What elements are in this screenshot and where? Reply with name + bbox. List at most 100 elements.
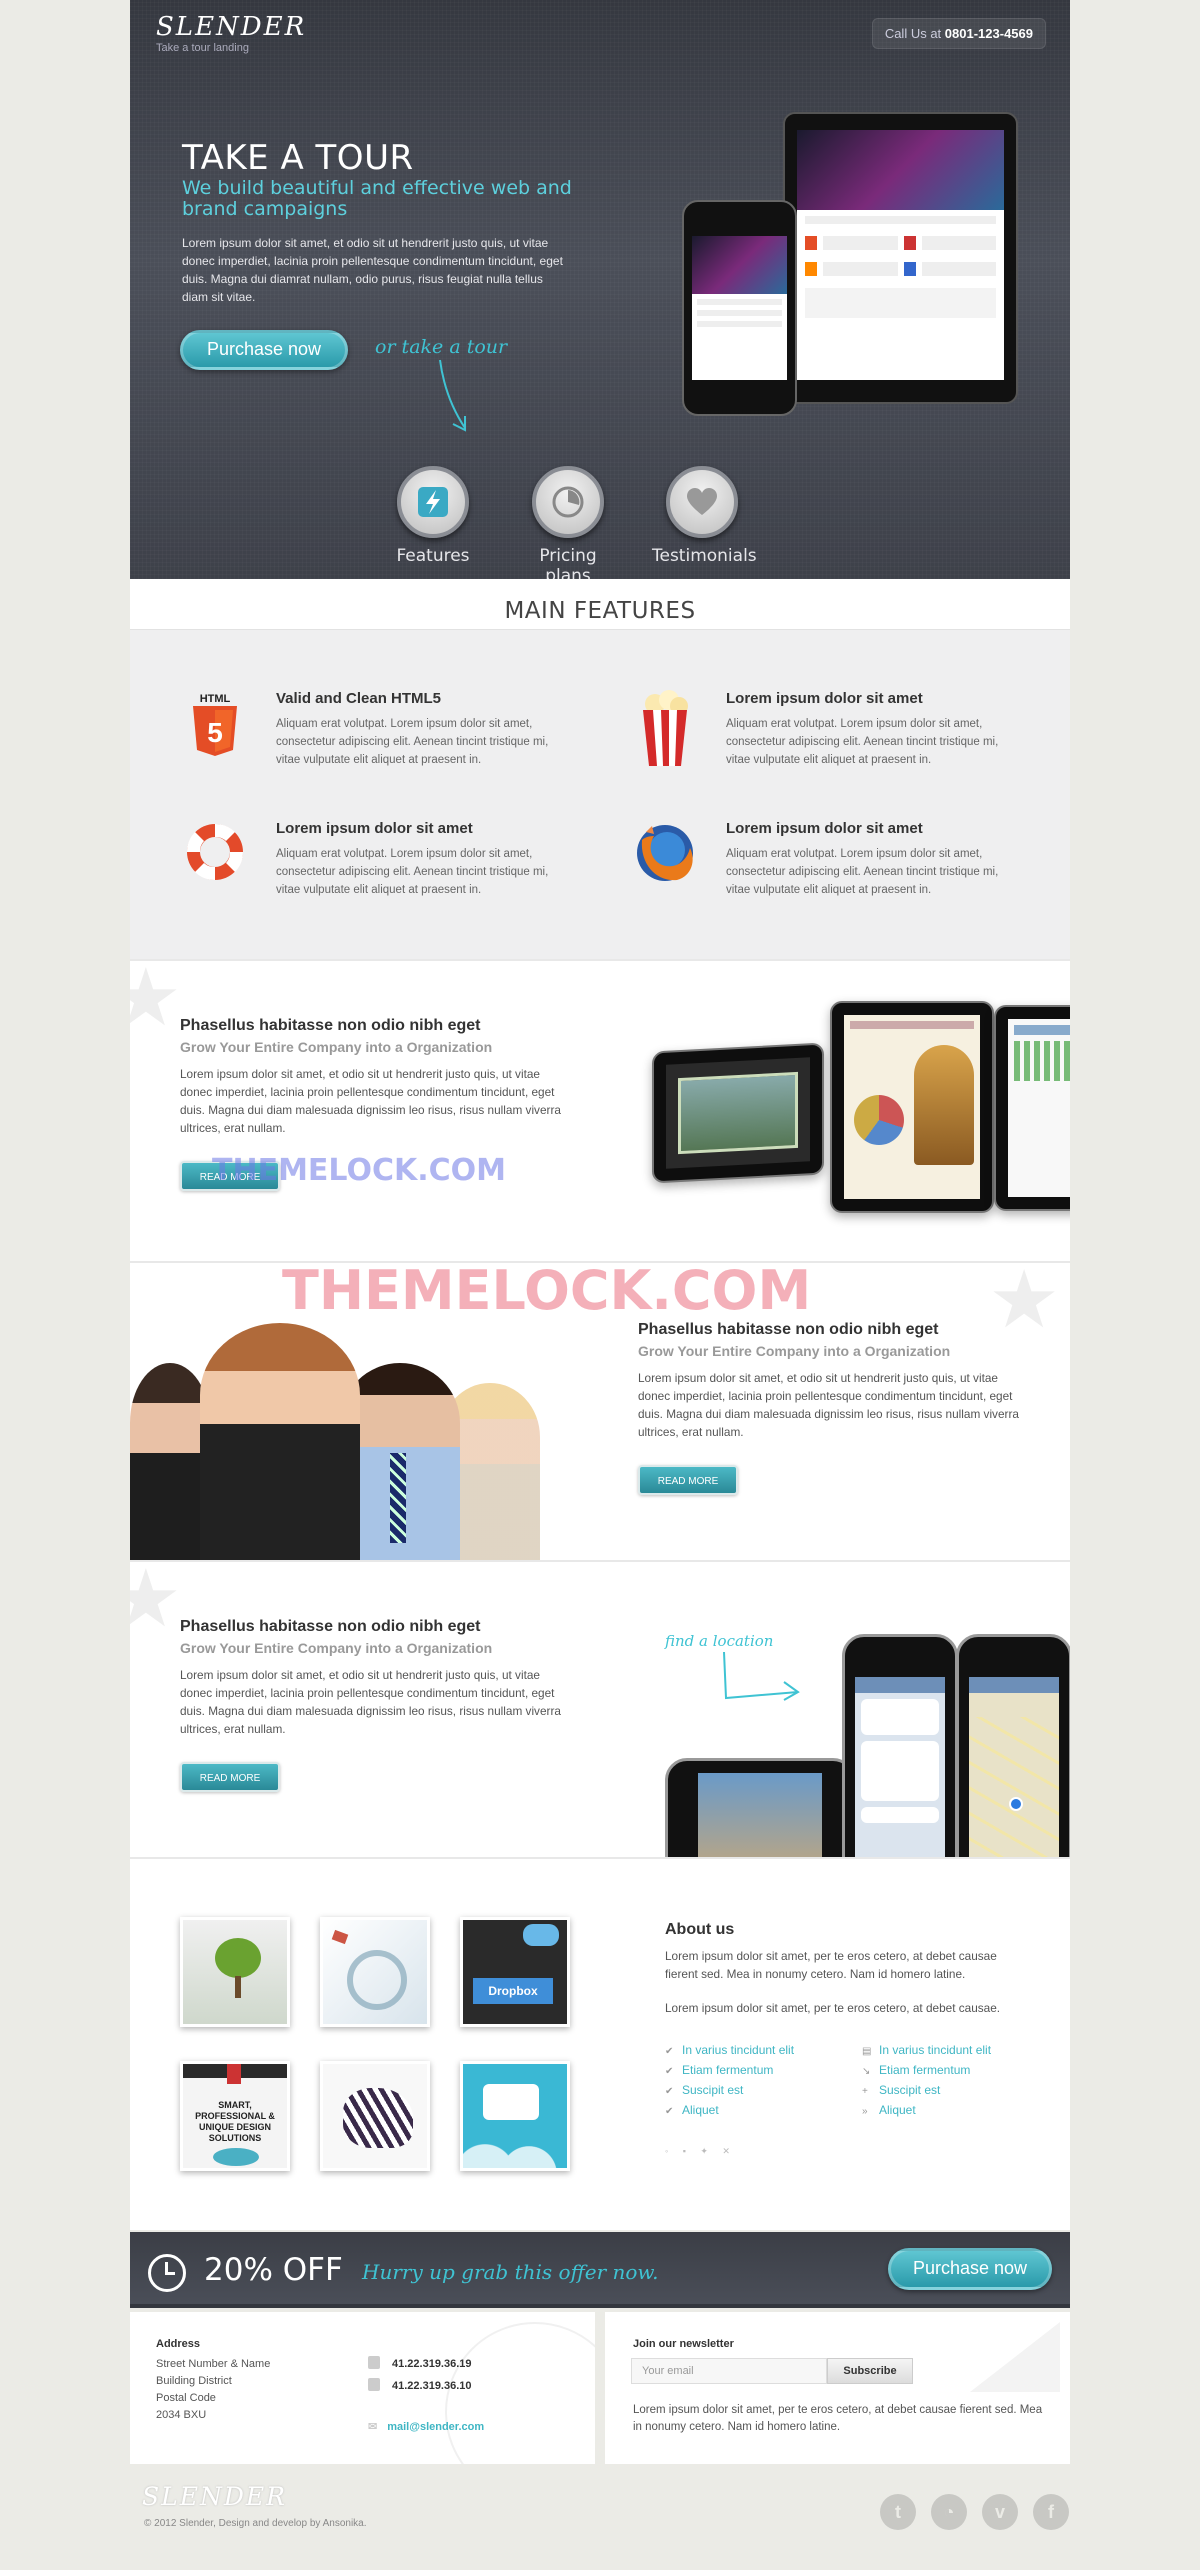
page: SLENDER Take a tour landing Call Us at 0… [130,0,1070,2530]
logo[interactable]: SLENDER [156,12,306,42]
rss-icon[interactable]: ◔ [931,2494,967,2530]
plus-icon: + [862,2086,868,2097]
hero-section: SLENDER Take a tour landing Call Us at 0… [130,0,1070,586]
twitter-icon[interactable]: t [880,2494,916,2530]
newsletter-heading: Join our newsletter [633,2338,734,2350]
popcorn-icon [630,690,700,766]
about-list-right: ▤ In varius tincidunt elit ↘ Etiam ferment… [862,2041,991,2121]
gallery-thumb-zebra[interactable] [320,2061,430,2171]
hero-nav-features[interactable]: Features [383,466,483,566]
small-icons-row: ◦ ▪ ✦ ✕ [665,2146,736,2156]
hero-subtitle: We build beautiful and effective web and… [182,177,572,220]
watermark: THEMELOCK.COM [212,1153,506,1188]
list-item[interactable]: ✔ Aliquet [665,2101,794,2121]
block-subtitle: Grow Your Entire Company into a Organiza… [180,1640,493,1656]
content-block-team: ★ THEMELOCK.COM Phasellus habitasse non … [130,1261,1070,1560]
check-icon: ✔ [665,2066,674,2077]
about-text-1: Lorem ipsum dolor sit amet, per te eros … [665,1949,997,1981]
hero-nav-label: Features [396,546,470,566]
feature-item: Lorem ipsum dolor sit amet Aliquam erat … [180,820,570,899]
block-text-body: Lorem ipsum dolor sit amet, et odio sit … [638,1371,1019,1439]
read-more-button[interactable]: READ MORE [180,1762,280,1792]
lifebuoy-icon [180,820,250,890]
about-section: Dropbox SMART, PROFESSIONAL & UNIQUE DES… [130,1857,1070,2230]
footer-logo[interactable]: SLENDER [142,2482,287,2511]
offer-hurry-text: Hurry up grab this offer now. [362,2260,659,2284]
web-thumb-text: SMART, PROFESSIONAL & UNIQUE DESIGN SOLU… [195,2100,275,2143]
iphone-mockup [842,1634,958,1857]
feature-title: Lorem ipsum dolor sit amet [276,820,473,837]
list-item[interactable]: ✔ Suscipit est [665,2081,794,2101]
svg-text:5: 5 [207,717,223,748]
gallery-thumb-art[interactable] [320,1917,430,2027]
feature-title: Lorem ipsum dolor sit amet [726,690,923,707]
offer-purchase-button[interactable]: Purchase now [888,2248,1052,2290]
offer-bar: 20% OFF Hurry up grab this offer now. Pu… [130,2232,1070,2308]
svg-text:HTML: HTML [200,693,231,705]
pie-chart-icon [532,466,604,538]
arrow-right-icon [723,1651,800,1701]
read-more-button[interactable]: READ MORE [638,1465,738,1495]
feature-text: Aliquam erat volutpat. Lorem ipsum dolor… [276,718,549,766]
list-item[interactable]: ✔ Etiam fermentum [665,2061,794,2081]
plane-decoration [970,2322,1060,2392]
tablet-mockup [652,1042,824,1184]
feature-title: Lorem ipsum dolor sit amet [726,820,923,837]
take-a-tour-link[interactable]: or take a tour [375,336,507,358]
block-subtitle: Grow Your Entire Company into a Organiza… [638,1343,951,1359]
contact-box: Address Street Number & Name Building Di… [130,2312,595,2464]
gallery-thumb-web[interactable]: SMART, PROFESSIONAL & UNIQUE DESIGN SOLU… [180,2061,290,2171]
address-lines: Street Number & Name Building District P… [156,2356,270,2424]
email-link[interactable]: ✉ mail@slender.com [368,2420,484,2433]
fax-icon [368,2378,380,2391]
list-item[interactable]: ▤ In varius tincidunt elit [862,2041,991,2061]
arrow-icon: ↘ [862,2066,871,2077]
tablet-mockup [994,1005,1070,1211]
newsletter-email-input[interactable]: Your email [631,2358,827,2384]
gallery-thumb-cloud[interactable] [460,2061,570,2171]
block-text: Phasellus habitasse non odio nibh eget G… [180,1618,565,1792]
dropbox-label: Dropbox [473,1978,553,2004]
content-block-tablets: ★ Phasellus habitasse non odio nibh eget… [130,959,1070,1261]
team-photo [130,1303,560,1560]
globe-decoration [445,2322,595,2464]
heart-icon [666,466,738,538]
iphone-landscape-mockup [665,1758,855,1857]
about-title: About us [665,1921,735,1938]
block-title: Phasellus habitasse non odio nibh eget [180,1017,481,1034]
block-text: Phasellus habitasse non odio nibh eget G… [638,1321,1023,1495]
call-us-phone[interactable]: 0801-123-4569 [945,26,1033,41]
feature-text: Aliquam erat volutpat. Lorem ipsum dolor… [276,848,549,896]
block-title: Phasellus habitasse non odio nibh eget [638,1321,939,1338]
hero-nav-pricing[interactable]: Pricing plans [518,466,618,586]
find-location-annotation: find a location [665,1632,774,1650]
tagline: Take a tour landing [156,42,249,54]
address-heading: Address [156,2338,201,2350]
purchase-now-button[interactable]: Purchase now [180,330,348,370]
about-text: Lorem ipsum dolor sit amet, per te eros … [665,1947,1025,2017]
address-line: 2034 BXU [156,2409,207,2421]
check-icon: ✔ [665,2106,674,2117]
list-item[interactable]: » Aliquet [862,2101,991,2121]
main-features-header: MAIN FEATURES [130,579,1070,629]
hero-nav-testimonials[interactable]: Testimonials [652,466,757,566]
vimeo-icon[interactable]: v [982,2494,1018,2530]
subscribe-button[interactable]: Subscribe [827,2358,913,2384]
list-item[interactable]: + Suscipit est [862,2081,991,2101]
list-item[interactable]: ↘ Etiam fermentum [862,2061,991,2081]
feature-item: Lorem ipsum dolor sit amet Aliquam erat … [630,820,1020,899]
offer-percent: 20% OFF [204,2252,343,2288]
feature-item: HTML 5 Valid and Clean HTML5 Aliquam erat… [180,690,570,769]
fax-line[interactable]: 41.22.319.36.10 [368,2378,472,2392]
newsletter-text: Lorem ipsum dolor sit amet, per te eros … [633,2404,1043,2433]
address-line: Building District [156,2375,232,2387]
list-item[interactable]: ✔ In varius tincidunt elit [665,2041,794,2061]
gallery-thumb-tree[interactable] [180,1917,290,2027]
feature-text: Aliquam erat volutpat. Lorem ipsum dolor… [726,718,999,766]
phone-line[interactable]: 41.22.319.36.19 [368,2356,472,2370]
hero-nav-label: Testimonials [652,546,757,566]
gallery-thumb-dropbox[interactable]: Dropbox [460,1917,570,2027]
facebook-icon[interactable]: f [1033,2494,1069,2530]
feature-title: Valid and Clean HTML5 [276,690,442,707]
check-icon: ✔ [665,2086,674,2097]
